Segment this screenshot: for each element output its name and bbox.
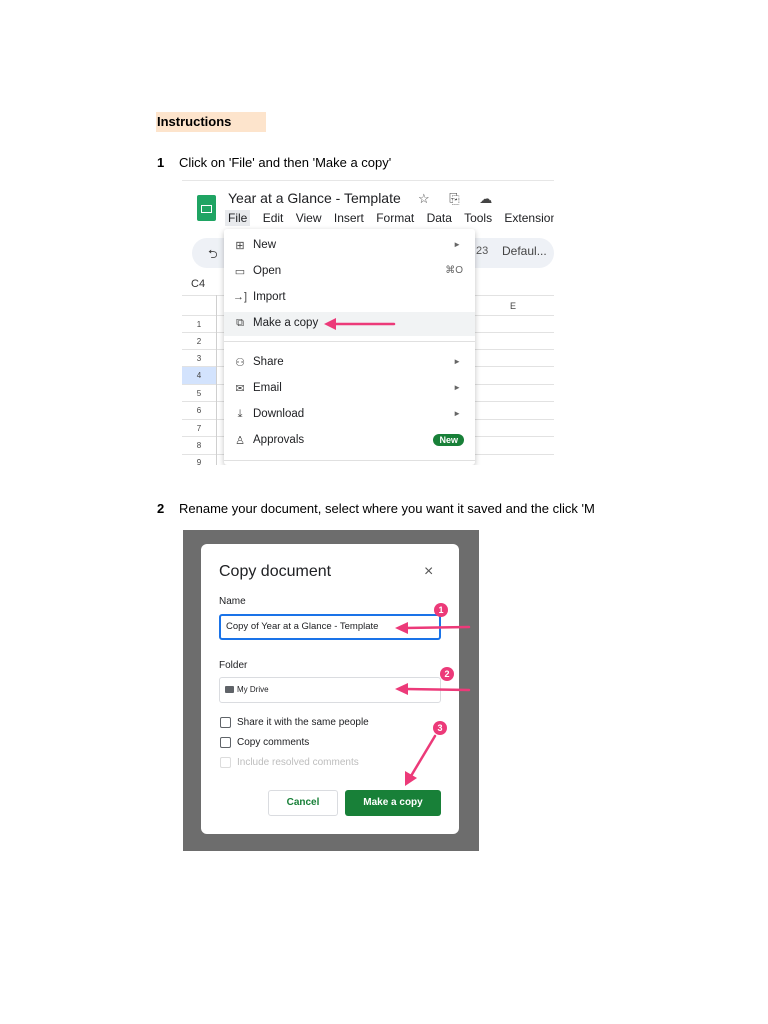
menu-edit[interactable]: Edit — [263, 211, 284, 225]
menu-item-label: Share — [253, 356, 284, 368]
copy-icon: ⧉ — [236, 317, 244, 329]
title-action-icons: ☆ ⎘ ☁ — [418, 191, 501, 206]
menu-item-download[interactable]: ⤓ Download ► — [224, 403, 475, 427]
submenu-arrow-icon: ► — [453, 357, 461, 366]
file-menu: ⊞ New ► ▭ Open ⌘O →] Import ⧉ Make a cop… — [224, 229, 475, 465]
file-menu-screenshot: Year at a Glance - Template ☆ ⎘ ☁ File E… — [182, 180, 554, 465]
row-number[interactable]: 2 — [182, 337, 216, 346]
callout-arrows — [395, 622, 471, 786]
instructions-heading: Instructions — [156, 112, 266, 132]
menu-item-label: Download — [253, 408, 305, 420]
font-select[interactable]: Defaul... — [502, 244, 547, 258]
submenu-arrow-icon: ► — [453, 383, 461, 392]
menu-data[interactable]: Data — [427, 211, 452, 225]
approvals-icon: ♙ — [235, 435, 245, 447]
step-1-text: Click on 'File' and then 'Make a copy' — [179, 155, 392, 170]
row-number[interactable]: 6 — [182, 406, 216, 415]
font-size-value[interactable]: 23 — [476, 245, 488, 257]
menu-item-import[interactable]: →] Import — [224, 286, 475, 310]
folder-icon: ▭ — [234, 266, 246, 278]
submenu-arrow-icon: ► — [453, 409, 461, 418]
menu-divider — [224, 460, 475, 461]
menu-item-label: Open — [253, 265, 282, 277]
row-number[interactable]: 1 — [182, 320, 216, 329]
callout-badge: 1 — [434, 603, 448, 617]
menu-tools[interactable]: Tools — [464, 211, 492, 225]
cell-reference: C4 — [191, 278, 206, 290]
plus-square-icon: ⊞ — [235, 240, 245, 252]
row-number[interactable]: 3 — [182, 354, 216, 363]
menu-item-label: Make a copy — [253, 317, 319, 329]
menu-file[interactable]: File — [225, 210, 251, 226]
arrow-to-make-copy-icon — [324, 318, 396, 330]
menu-divider — [224, 341, 475, 342]
menu-item-label: Approvals — [253, 434, 305, 446]
menu-item-email[interactable]: ✉ Email ► — [224, 377, 475, 401]
menu-item-label: Import — [253, 291, 286, 303]
menu-item-new[interactable]: ⊞ New ► — [224, 234, 475, 258]
copy-dialog-screenshot: Copy document × Name Copy of Year at a G… — [183, 530, 479, 851]
submenu-arrow-icon: ► — [453, 240, 461, 249]
sheets-logo-icon — [197, 195, 216, 221]
person-add-icon: ⚇ — [235, 357, 245, 369]
callout-badge: 2 — [440, 667, 454, 681]
download-icon: ⤓ — [237, 408, 243, 420]
menu-item-label: New — [253, 239, 277, 251]
menu-item-label: Email — [253, 382, 282, 394]
import-icon: →] — [233, 291, 248, 303]
row-header-border — [216, 295, 217, 465]
step-1-number: 1 — [157, 155, 165, 170]
menu-view[interactable]: View — [296, 211, 322, 225]
mail-icon: ✉ — [235, 383, 245, 395]
menubar: File Edit View Insert Format Data Tools … — [225, 210, 554, 226]
shortcut-label: ⌘O — [445, 265, 463, 276]
row-number[interactable]: 9 — [182, 458, 216, 465]
row-number[interactable]: 8 — [182, 441, 216, 450]
callout-badge: 3 — [433, 721, 447, 735]
row-number[interactable]: 5 — [182, 389, 216, 398]
row-number[interactable]: 7 — [182, 424, 216, 433]
undo-icon[interactable]: ⮌ — [208, 245, 218, 266]
menu-extensions[interactable]: Extensions — [504, 211, 554, 225]
menu-item-open[interactable]: ▭ Open ⌘O — [224, 260, 475, 284]
step-2-text: Rename your document, select where you w… — [179, 501, 595, 516]
doc-title: Year at a Glance - Template — [228, 190, 401, 206]
menu-format[interactable]: Format — [376, 211, 414, 225]
column-header-e[interactable]: E — [510, 301, 516, 311]
row-number-selected[interactable]: 4 — [182, 367, 216, 384]
menu-item-share[interactable]: ⚇ Share ► — [224, 351, 475, 375]
menu-insert[interactable]: Insert — [334, 211, 364, 225]
menu-item-approvals[interactable]: ♙ Approvals New — [224, 429, 475, 453]
new-badge: New — [433, 434, 464, 446]
step-2-number: 2 — [157, 501, 165, 516]
